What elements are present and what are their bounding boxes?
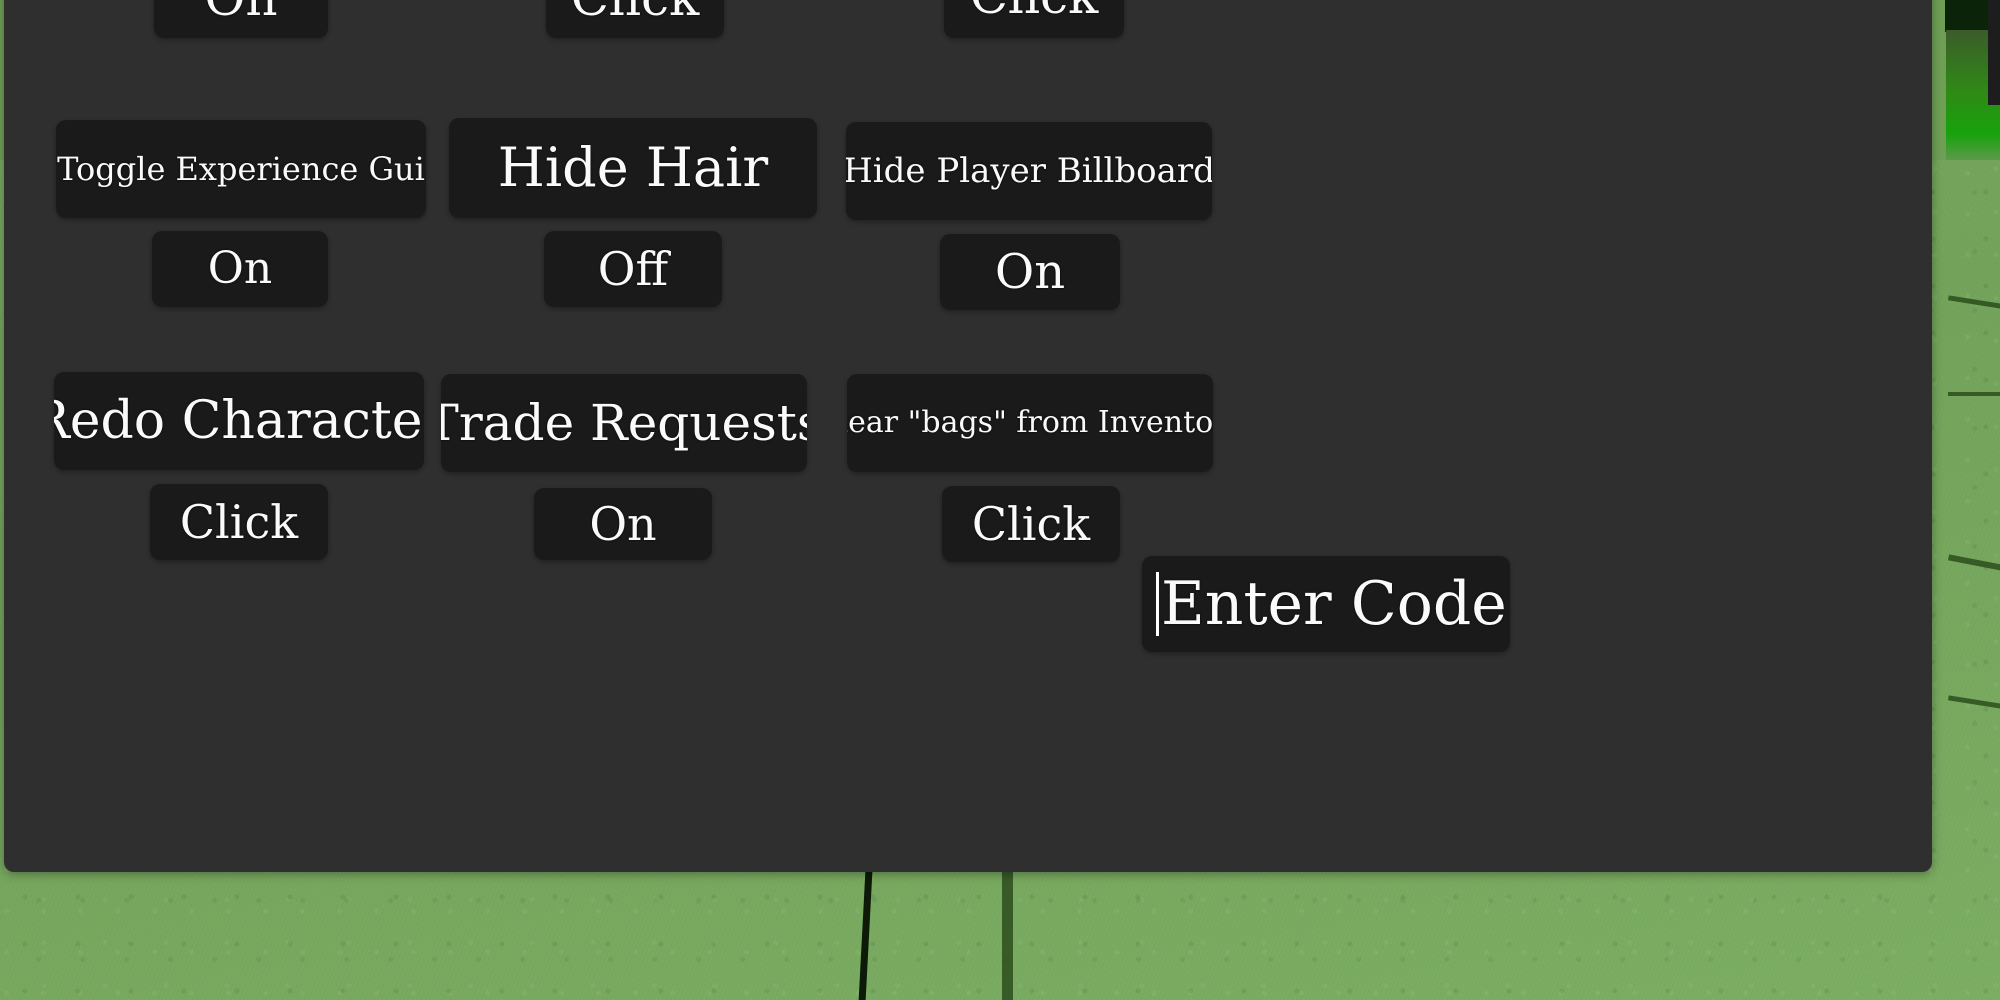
enter-code-input[interactable]: Enter Code [1142,556,1510,652]
world-seam-vertical-2 [1002,872,1013,1000]
setting-label-button-hide-player-billboard[interactable]: Hide Player Billboard [846,122,1212,220]
setting-label-button-clear-bags-from-inventory[interactable]: Clear "bags" from Inventory [847,374,1213,472]
setting-state-button-hide-player-billboard[interactable]: On [940,234,1120,310]
setting-state-button-row0-col2[interactable]: Click [944,0,1124,38]
setting-state-button-hide-hair[interactable]: Off [544,231,722,307]
world-dark-block [1988,0,2000,105]
setting-state-button-trade-requests[interactable]: On [534,488,712,560]
setting-state-button-toggle-experience-gui[interactable]: On [152,231,328,307]
text-caret [1156,572,1159,636]
setting-state-button-redo-character[interactable]: Click [150,484,328,560]
world-seam-diagonal-2 [1948,392,2000,396]
setting-label-button-redo-character[interactable]: Redo Character [54,372,424,470]
enter-code-value: Enter Code [1161,569,1507,639]
setting-state-button-clear-bags-from-inventory[interactable]: Click [942,486,1120,562]
setting-label-button-trade-requests[interactable]: Trade Requests [441,374,807,472]
setting-label-button-toggle-experience-gui[interactable]: Toggle Experience Gui [56,120,426,218]
setting-state-button-row0-col1[interactable]: Click [546,0,724,38]
screen: On Click Click Toggle Experience Gui On Hide … [0,0,2000,1000]
setting-label-button-hide-hair[interactable]: Hide Hair [449,118,817,218]
setting-state-button-row0-col0[interactable]: On [154,0,328,38]
